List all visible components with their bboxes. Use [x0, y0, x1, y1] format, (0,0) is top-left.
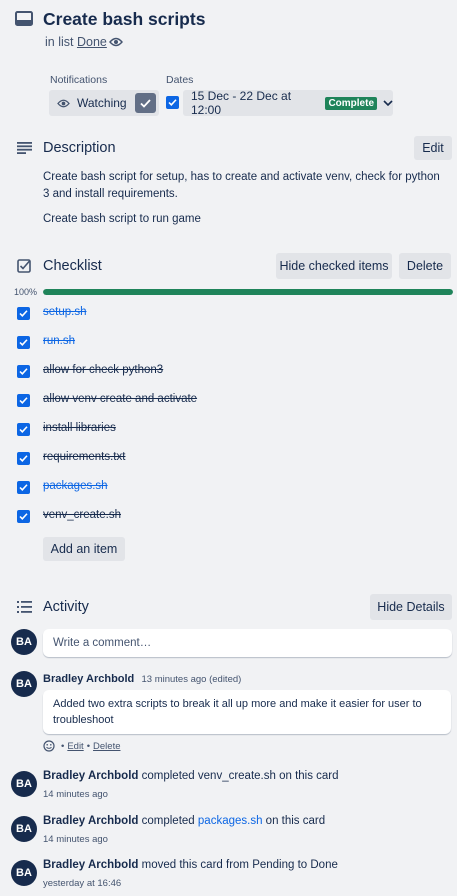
chevron-down-icon — [383, 100, 393, 106]
event-action: moved this card from Pending to Done — [138, 859, 338, 871]
checklist-item-label[interactable]: allow venv create and activate — [43, 393, 197, 405]
notifications-label: Notifications — [50, 74, 108, 86]
description-heading: Description — [43, 140, 116, 156]
avatar: BA — [11, 771, 37, 797]
dates-button[interactable]: 15 Dec - 22 Dec at 12:00 Complete — [183, 89, 393, 117]
checklist-checkbox[interactable] — [17, 423, 30, 436]
event-author[interactable]: Bradley Archbold — [43, 770, 138, 782]
comment-input[interactable]: Write a comment… — [43, 629, 452, 657]
watching-label: Watching — [77, 96, 127, 110]
event-item-name: venv_create.sh — [194, 770, 276, 782]
watching-check-icon — [135, 93, 156, 113]
avatar: BA — [11, 671, 37, 697]
checklist-icon — [17, 259, 31, 276]
checklist-item-label[interactable]: requirements.txt — [43, 451, 125, 463]
checklist-checkbox[interactable] — [17, 307, 30, 320]
activity-heading: Activity — [43, 599, 89, 615]
event-item-link[interactable]: packages.sh — [198, 815, 263, 827]
event-suffix: on this card — [262, 815, 326, 827]
avatar: BA — [11, 860, 37, 886]
checklist-checkbox[interactable] — [17, 481, 30, 494]
status-badge: Complete — [325, 96, 377, 110]
separator: • — [86, 740, 91, 752]
event-time[interactable]: yesterday at 16:46 — [43, 878, 121, 889]
checkmark-icon — [19, 339, 28, 346]
event-action: completed — [138, 770, 195, 782]
event-author[interactable]: Bradley Archbold — [43, 859, 138, 871]
checkmark-icon — [19, 310, 28, 317]
checklist-item-label[interactable]: venv_create.sh — [43, 509, 121, 521]
date-range: 15 Dec - 22 Dec at 12:00 — [191, 89, 292, 117]
separator: • — [61, 740, 65, 752]
in-list-prefix: in list — [45, 35, 74, 49]
checklist-checkbox[interactable] — [17, 510, 30, 523]
checklist-item-label[interactable]: setup.sh — [43, 306, 86, 318]
comment-edit-link[interactable]: Edit — [67, 741, 83, 752]
event-action: completed — [138, 815, 195, 827]
progress-percent: 100% — [14, 287, 38, 297]
checkmark-icon — [19, 397, 28, 404]
progress-fill — [43, 289, 453, 295]
comment-bubble: Added two extra scripts to break it all … — [43, 690, 451, 734]
checklist-item-label[interactable]: install libraries — [43, 422, 116, 434]
card-title[interactable]: Create bash scripts — [43, 9, 205, 30]
eye-icon — [109, 35, 123, 51]
progress-track — [43, 289, 453, 295]
checklist-item-label[interactable]: run.sh — [43, 335, 75, 347]
event-author[interactable]: Bradley Archbold — [43, 815, 138, 827]
checklist-heading: Checklist — [43, 258, 102, 274]
eye-icon — [57, 98, 70, 109]
comment-header: Bradley Archbold 13 minutes ago (edited) — [43, 673, 241, 685]
comment-time[interactable]: 13 minutes ago (edited) — [141, 674, 241, 685]
description-icon — [17, 141, 32, 157]
hide-checked-button[interactable]: Hide checked items — [276, 253, 392, 279]
checklist-checkbox[interactable] — [17, 452, 30, 465]
avatar: BA — [11, 816, 37, 842]
comment-text: Added two extra scripts to break it all … — [53, 698, 422, 726]
list-location: in list Done — [45, 35, 107, 49]
checklist-item-label[interactable]: allow for check python3 — [43, 364, 163, 376]
checkmark-icon — [19, 426, 28, 433]
avatar: BA — [11, 629, 37, 655]
checkmark-icon — [19, 368, 28, 375]
description-paragraph: Create bash script for setup, has to cre… — [43, 171, 440, 200]
comment-placeholder: Write a comment… — [53, 637, 152, 649]
checkmark-icon — [19, 513, 28, 520]
checkmark-icon — [19, 455, 28, 462]
activity-event: Bradley Archbold completed packages.sh o… — [43, 815, 325, 827]
card-icon — [15, 11, 33, 26]
checklist-checkbox[interactable] — [17, 336, 30, 349]
description-paragraph: Create bash script to run game — [43, 213, 201, 225]
activity-event: Bradley Archbold moved this card from Pe… — [43, 859, 338, 871]
checklist-checkbox[interactable] — [17, 365, 30, 378]
activity-event: Bradley Archbold completed venv_create.s… — [43, 770, 339, 782]
add-item-button[interactable]: Add an item — [43, 537, 125, 561]
comment-delete-link[interactable]: Delete — [93, 741, 120, 752]
watch-button[interactable]: Watching — [49, 90, 159, 116]
dates-label: Dates — [166, 74, 194, 86]
activity-icon — [17, 600, 32, 616]
checkmark-icon — [19, 484, 28, 491]
emoji-reaction-icon[interactable] — [43, 740, 55, 752]
checklist-item-label[interactable]: packages.sh — [43, 480, 108, 492]
checklist-checkbox[interactable] — [17, 394, 30, 407]
list-link[interactable]: Done — [77, 35, 107, 49]
description-edit-button[interactable]: Edit — [414, 136, 452, 160]
comment-author[interactable]: Bradley Archbold — [43, 673, 134, 685]
event-suffix: on this card — [275, 770, 339, 782]
event-time[interactable]: 14 minutes ago — [43, 834, 108, 845]
hide-details-button[interactable]: Hide Details — [370, 594, 452, 620]
event-time[interactable]: 14 minutes ago — [43, 789, 108, 800]
comment-actions: • Edit • Delete — [43, 740, 121, 752]
checklist-delete-button[interactable]: Delete — [399, 253, 451, 279]
dates-complete-checkbox[interactable] — [166, 96, 179, 109]
